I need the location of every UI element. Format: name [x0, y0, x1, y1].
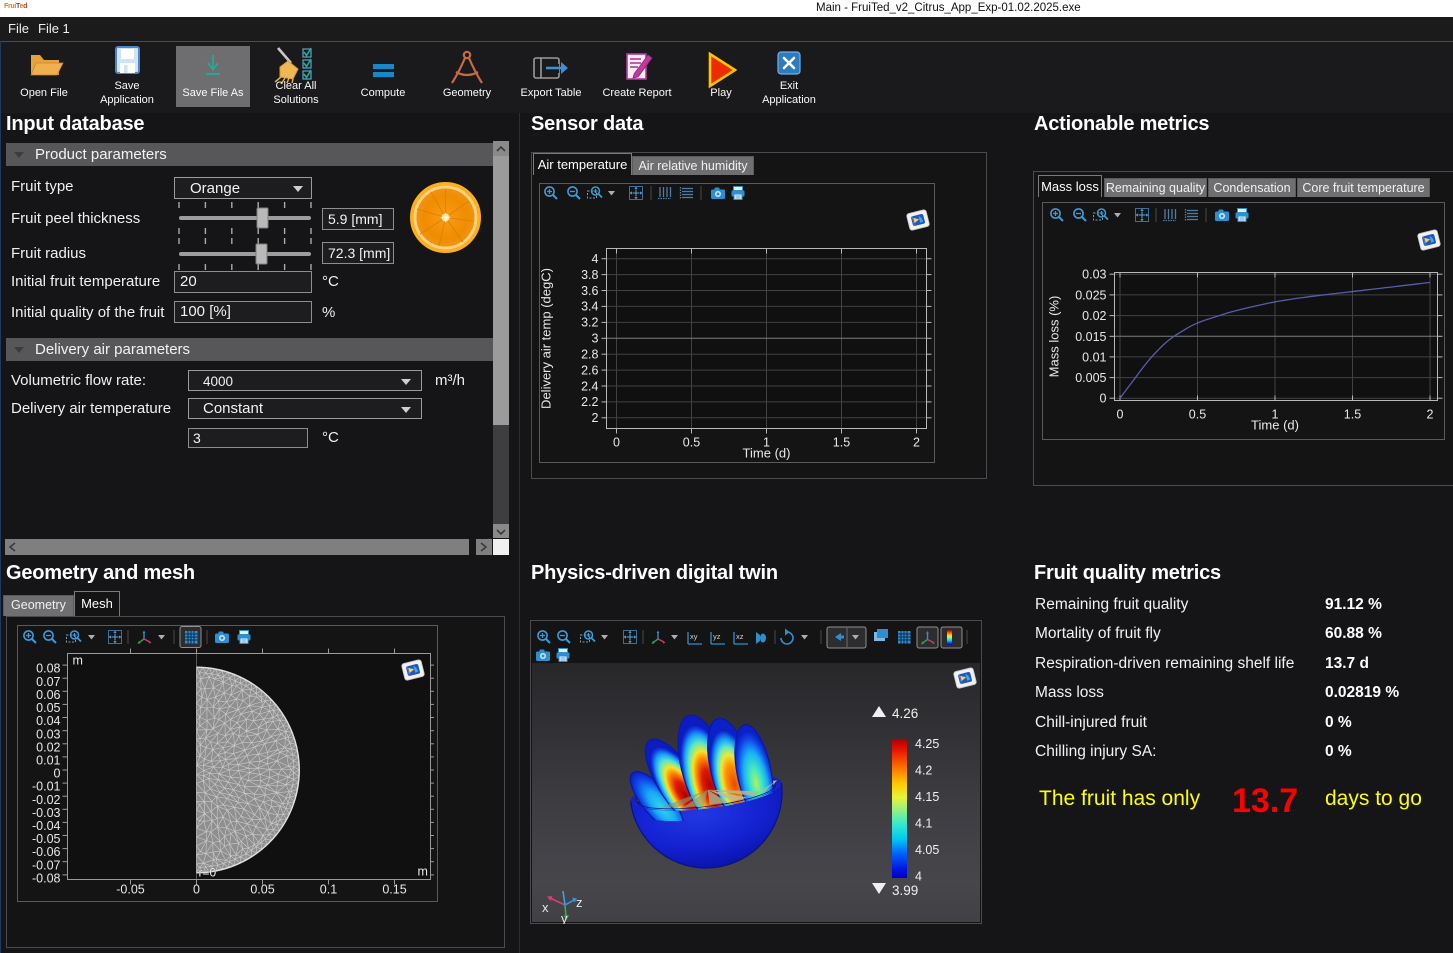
svg-text:2.4: 2.4	[581, 379, 598, 393]
svg-text:0.5: 0.5	[683, 436, 700, 450]
svg-text:-0.01: -0.01	[32, 780, 61, 794]
svg-text:r=0: r=0	[199, 866, 217, 880]
svg-text:-0.05: -0.05	[116, 883, 145, 897]
svg-text:3.2: 3.2	[581, 316, 598, 330]
svg-text:0.06: 0.06	[36, 688, 60, 702]
svg-text:0: 0	[1117, 408, 1124, 422]
svg-text:0.5: 0.5	[1189, 408, 1206, 422]
svg-text:-0.07: -0.07	[32, 858, 61, 872]
svg-text:0: 0	[613, 436, 620, 450]
svg-text:0.1: 0.1	[320, 883, 337, 897]
svg-text:x: x	[542, 900, 549, 915]
svg-text:Delivery air temp (degC): Delivery air temp (degC)	[539, 268, 554, 409]
svg-text:0.02: 0.02	[1082, 309, 1106, 323]
svg-text:xy: xy	[690, 632, 698, 641]
svg-text:2: 2	[1427, 408, 1434, 422]
svg-text:4.25: 4.25	[915, 737, 939, 751]
svg-text:2.2: 2.2	[581, 395, 598, 409]
svg-text:-0.02: -0.02	[32, 793, 61, 807]
svg-text:-0.08: -0.08	[32, 872, 61, 886]
svg-text:3.8: 3.8	[581, 268, 598, 282]
svg-text:0.02: 0.02	[36, 740, 60, 754]
svg-text:xz: xz	[736, 632, 744, 641]
svg-text:3.6: 3.6	[581, 284, 598, 298]
svg-text:0.01: 0.01	[1082, 350, 1106, 364]
svg-text:3: 3	[592, 332, 599, 346]
svg-text:4.26: 4.26	[892, 706, 918, 721]
svg-text:2: 2	[913, 436, 920, 450]
svg-text:0.03: 0.03	[1082, 268, 1106, 282]
svg-text:1.5: 1.5	[833, 436, 850, 450]
svg-text:4.2: 4.2	[915, 764, 932, 778]
svg-text:0.015: 0.015	[1075, 330, 1106, 344]
svg-text:3.99: 3.99	[892, 883, 918, 898]
svg-text:y: y	[561, 911, 568, 924]
svg-text:0.005: 0.005	[1075, 371, 1106, 385]
svg-text:0.03: 0.03	[36, 727, 60, 741]
svg-text:0.05: 0.05	[250, 883, 274, 897]
svg-text:z: z	[576, 895, 583, 910]
svg-text:0.05: 0.05	[36, 701, 60, 715]
svg-text:4.15: 4.15	[915, 790, 939, 804]
svg-text:0: 0	[1100, 392, 1107, 406]
svg-text:0.07: 0.07	[36, 675, 60, 689]
svg-text:3.4: 3.4	[581, 300, 598, 314]
svg-text:2.8: 2.8	[581, 348, 598, 362]
svg-text:0.08: 0.08	[36, 662, 60, 676]
svg-text:m: m	[73, 654, 83, 668]
svg-text:m: m	[418, 865, 428, 879]
svg-text:4: 4	[915, 870, 922, 884]
svg-text:yz: yz	[713, 632, 721, 641]
svg-text:0.04: 0.04	[36, 714, 60, 728]
svg-text:2: 2	[592, 411, 599, 425]
svg-text:0.025: 0.025	[1075, 288, 1106, 302]
svg-text:4.05: 4.05	[915, 843, 939, 857]
svg-text:-0.03: -0.03	[32, 806, 61, 820]
svg-text:4: 4	[592, 252, 599, 266]
svg-text:-0.06: -0.06	[32, 845, 61, 859]
svg-text:0.01: 0.01	[36, 754, 60, 768]
svg-text:Mass loss (%): Mass loss (%)	[1047, 296, 1062, 378]
svg-text:0: 0	[54, 767, 61, 781]
svg-text:Time (d): Time (d)	[743, 446, 791, 461]
svg-text:1.5: 1.5	[1344, 408, 1361, 422]
svg-text:4.1: 4.1	[915, 817, 932, 831]
svg-text:2.6: 2.6	[581, 363, 598, 377]
svg-text:0.15: 0.15	[382, 883, 406, 897]
svg-text:0: 0	[193, 883, 200, 897]
svg-text:Time (d): Time (d)	[1251, 418, 1299, 433]
svg-text:-0.05: -0.05	[32, 832, 61, 846]
svg-text:-0.04: -0.04	[32, 819, 61, 833]
